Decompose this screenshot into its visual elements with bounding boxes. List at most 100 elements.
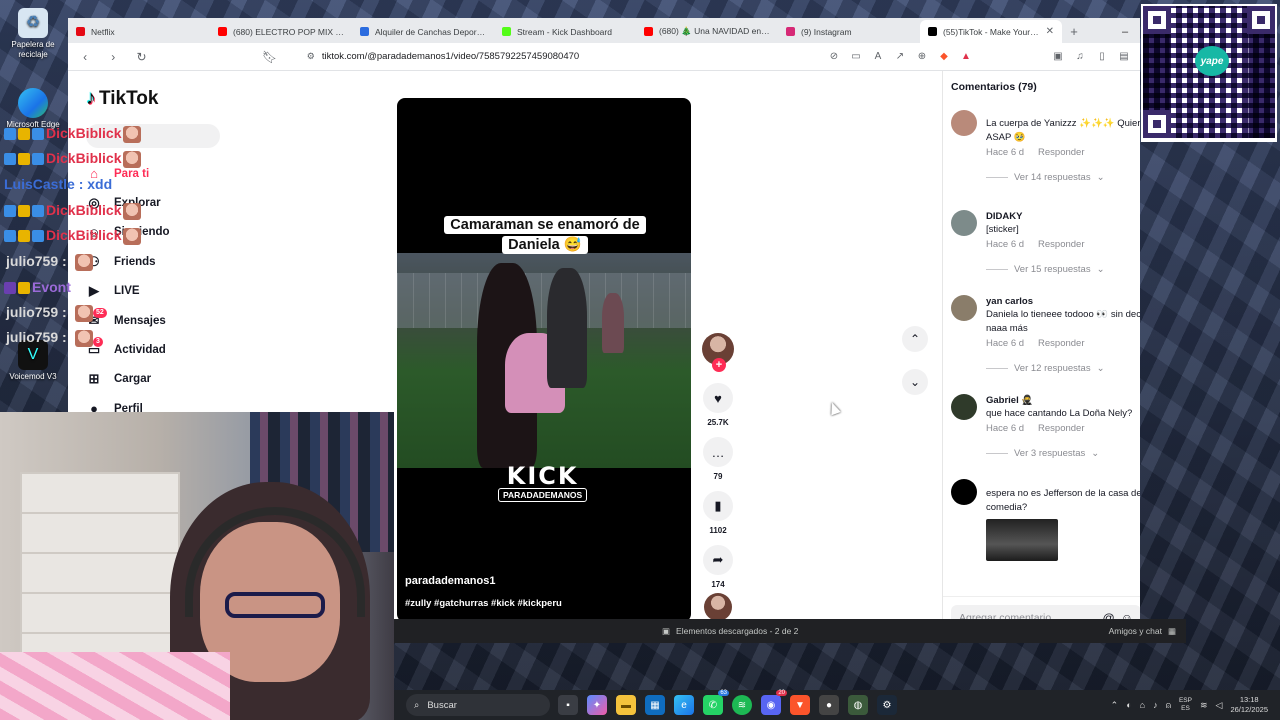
chevron-down-icon[interactable]: ⌄ bbox=[902, 369, 928, 395]
whatsapp-icon[interactable]: ✆ 63 bbox=[703, 690, 729, 715]
back-arrow-icon[interactable]: ‹ bbox=[76, 47, 94, 67]
sidebar-nav: ⌂ Para ti ◎ Explorar ☺ Siguiendo ⚇ Frien… bbox=[86, 159, 170, 424]
clock[interactable]: 13:18 26/12/2025 bbox=[1230, 695, 1268, 715]
extensions-icon[interactable]: ▣ bbox=[1050, 47, 1066, 67]
discord-icon[interactable]: ◉ 20 bbox=[761, 690, 787, 715]
tab-youtube-navidad[interactable]: (680) 🎄 Una NAVIDAD en KICK bbox=[636, 20, 778, 43]
file-explorer-icon[interactable]: ▬ bbox=[616, 695, 636, 715]
tab-youtube-electro[interactable]: (680) ELECTRO POP MIX 2000’s bbox=[210, 20, 352, 43]
translate-icon[interactable]: A bbox=[870, 47, 886, 67]
tab-kick-dashboard[interactable]: Stream - Kick Dashboard bbox=[494, 20, 636, 43]
task-view-icon[interactable]: ▪ bbox=[558, 695, 578, 715]
view-replies[interactable]: Ver 3 respuestas ⌄ bbox=[986, 448, 1140, 459]
edge-icon[interactable]: e bbox=[674, 695, 694, 715]
desktop-icon-edge[interactable]: Microsoft Edge bbox=[4, 88, 62, 130]
brave-shield-icon[interactable]: ◆ bbox=[936, 47, 952, 67]
sidebar-item-cargar[interactable]: ⊞ Cargar bbox=[86, 365, 170, 394]
sidebar-icon[interactable]: ▯ bbox=[1094, 47, 1110, 67]
cast-icon[interactable]: ▭ bbox=[848, 47, 864, 67]
speaker-icon[interactable]: ◁ bbox=[1216, 700, 1223, 711]
comment-avatar[interactable] bbox=[951, 394, 977, 420]
reload-icon[interactable]: ↻ bbox=[132, 47, 150, 67]
steam-icon[interactable]: ⚙ bbox=[877, 695, 897, 715]
store-icon[interactable]: ▦ bbox=[645, 695, 665, 715]
brave-icon[interactable]: ▼ bbox=[790, 695, 810, 715]
tab-netflix[interactable]: Netflix bbox=[68, 20, 210, 43]
reply-button[interactable]: Responder bbox=[1038, 239, 1084, 250]
copilot-icon[interactable]: ✦ bbox=[587, 695, 607, 715]
no-camera-icon[interactable]: ⊘ bbox=[826, 47, 842, 67]
desktop-icon-recycle-bin[interactable]: ♻ Papelera de reciclaje bbox=[4, 8, 62, 60]
site-info-icon[interactable]: ⚙ bbox=[307, 51, 315, 62]
tab-instagram[interactable]: (9) Instagram bbox=[778, 20, 920, 43]
wallet-icon[interactable]: ▤ bbox=[1116, 47, 1132, 67]
reply-button[interactable]: Responder bbox=[1038, 147, 1084, 158]
zoom-icon[interactable]: ⊕ bbox=[914, 47, 930, 67]
comment-icon[interactable]: … bbox=[703, 437, 733, 467]
comment-action[interactable]: … 79 bbox=[700, 437, 736, 481]
video-author[interactable]: paradademanos1 bbox=[405, 575, 495, 587]
share-action[interactable]: ➦ 174 bbox=[700, 545, 736, 589]
bookmark-icon[interactable]: ▮ bbox=[703, 491, 733, 521]
view-replies[interactable]: Ver 15 respuestas ⌄ bbox=[986, 264, 1140, 275]
tab-canchas[interactable]: Alquiler de Canchas Deportivas bbox=[352, 20, 494, 43]
sound-avatar[interactable] bbox=[704, 593, 732, 621]
bookmark-icon[interactable]: 🔖︎ bbox=[261, 47, 279, 67]
comment-avatar[interactable] bbox=[951, 295, 977, 321]
app-icon[interactable]: ◍ bbox=[848, 695, 868, 715]
follow-plus-icon[interactable]: + bbox=[712, 358, 726, 372]
comment-avatar[interactable] bbox=[951, 110, 977, 136]
tiktok-logo[interactable]: ♪ TikTok bbox=[86, 87, 158, 110]
save-action[interactable]: ▮ 1102 bbox=[700, 491, 736, 535]
friends-chat[interactable]: Amigos y chat ▦ bbox=[1109, 626, 1176, 637]
chat-line: julio759 : bbox=[6, 304, 93, 322]
downloads-status[interactable]: ▣ Elementos descargados - 2 de 2 bbox=[662, 626, 798, 637]
reply-button[interactable]: Responder bbox=[1038, 423, 1084, 434]
comment-avatar[interactable] bbox=[951, 210, 977, 236]
sidebar-item-mensajes[interactable]: ✉ 52 Mensajes bbox=[86, 306, 170, 335]
video-person bbox=[547, 268, 587, 388]
heart-icon[interactable]: ♥ bbox=[703, 383, 733, 413]
comment-body: La cuerpa de Yanizzz ✨✨✨ Quiero el ciruj… bbox=[986, 110, 1140, 183]
video-hashtags[interactable]: #zully #gatchurras #kick #kickperu bbox=[405, 598, 562, 609]
wifi-icon[interactable]: ≋ bbox=[1200, 700, 1208, 711]
creator-avatar[interactable]: + bbox=[702, 333, 734, 372]
comment-user[interactable]: Gabriel 🥷 bbox=[986, 394, 1140, 407]
comment-user[interactable]: DIDAKY bbox=[986, 210, 1140, 223]
tray-app-icon[interactable]: ◐ bbox=[1126, 700, 1131, 710]
sidebar-item-actividad[interactable]: ▭ 3 Actividad bbox=[86, 335, 170, 364]
chevron-up-icon[interactable]: ⌃ bbox=[902, 326, 928, 352]
microphone-icon[interactable]: ⍝ bbox=[1166, 700, 1171, 711]
share-icon[interactable]: ↗ bbox=[892, 47, 908, 67]
close-tab-icon[interactable]: ✕ bbox=[1046, 26, 1054, 37]
reply-button[interactable]: Responder bbox=[1038, 338, 1084, 349]
obs-icon[interactable]: ● bbox=[819, 695, 839, 715]
video-player[interactable]: Camaraman se enamoró de Daniela 😅 KICK P… bbox=[397, 98, 691, 622]
sidebar-item-live[interactable]: ▶ LIVE bbox=[86, 277, 170, 306]
chat-badge-icon bbox=[18, 128, 30, 141]
volume-icon[interactable]: ♪ bbox=[1153, 700, 1158, 710]
chevron-down-icon: ⌄ bbox=[1096, 264, 1105, 275]
spotify-icon[interactable]: ≋ bbox=[732, 695, 752, 715]
sidebar-item-friends[interactable]: ⚇ Friends bbox=[86, 247, 170, 276]
media-icon[interactable]: ♫ bbox=[1072, 47, 1088, 67]
taskbar-search[interactable]: ⌕ Buscar bbox=[406, 694, 550, 716]
brave-rewards-icon[interactable]: ▲ bbox=[958, 47, 974, 67]
view-replies[interactable]: Ver 12 respuestas ⌄ bbox=[986, 363, 1140, 374]
chevron-down-icon: ⌄ bbox=[1096, 363, 1105, 374]
address-bar[interactable]: ⚙ tiktok.com/@paradademanos1/video/75857… bbox=[307, 51, 816, 62]
comment-avatar[interactable] bbox=[951, 479, 977, 505]
tab-tiktok[interactable]: (55)TikTok - Make Your Day ✕ bbox=[920, 20, 1062, 43]
forward-arrow-icon[interactable]: › bbox=[104, 47, 122, 67]
comment-image[interactable] bbox=[986, 519, 1058, 561]
view-replies[interactable]: Ver 14 respuestas ⌄ bbox=[986, 172, 1140, 183]
like-action[interactable]: ♥ 25.7K bbox=[700, 383, 736, 427]
share-arrow-icon[interactable]: ➦ bbox=[703, 545, 733, 575]
chat-user: julio759 : bbox=[6, 253, 67, 269]
new-tab-button[interactable]: + bbox=[1062, 20, 1086, 43]
minimize-button[interactable]: – bbox=[1110, 20, 1140, 43]
comment-user[interactable]: yan carlos bbox=[986, 295, 1140, 308]
network-icon[interactable]: ⌂ bbox=[1140, 700, 1145, 710]
chevron-up-icon[interactable]: ⌃ bbox=[1111, 700, 1119, 711]
language-indicator[interactable]: ESP ES bbox=[1179, 697, 1192, 713]
